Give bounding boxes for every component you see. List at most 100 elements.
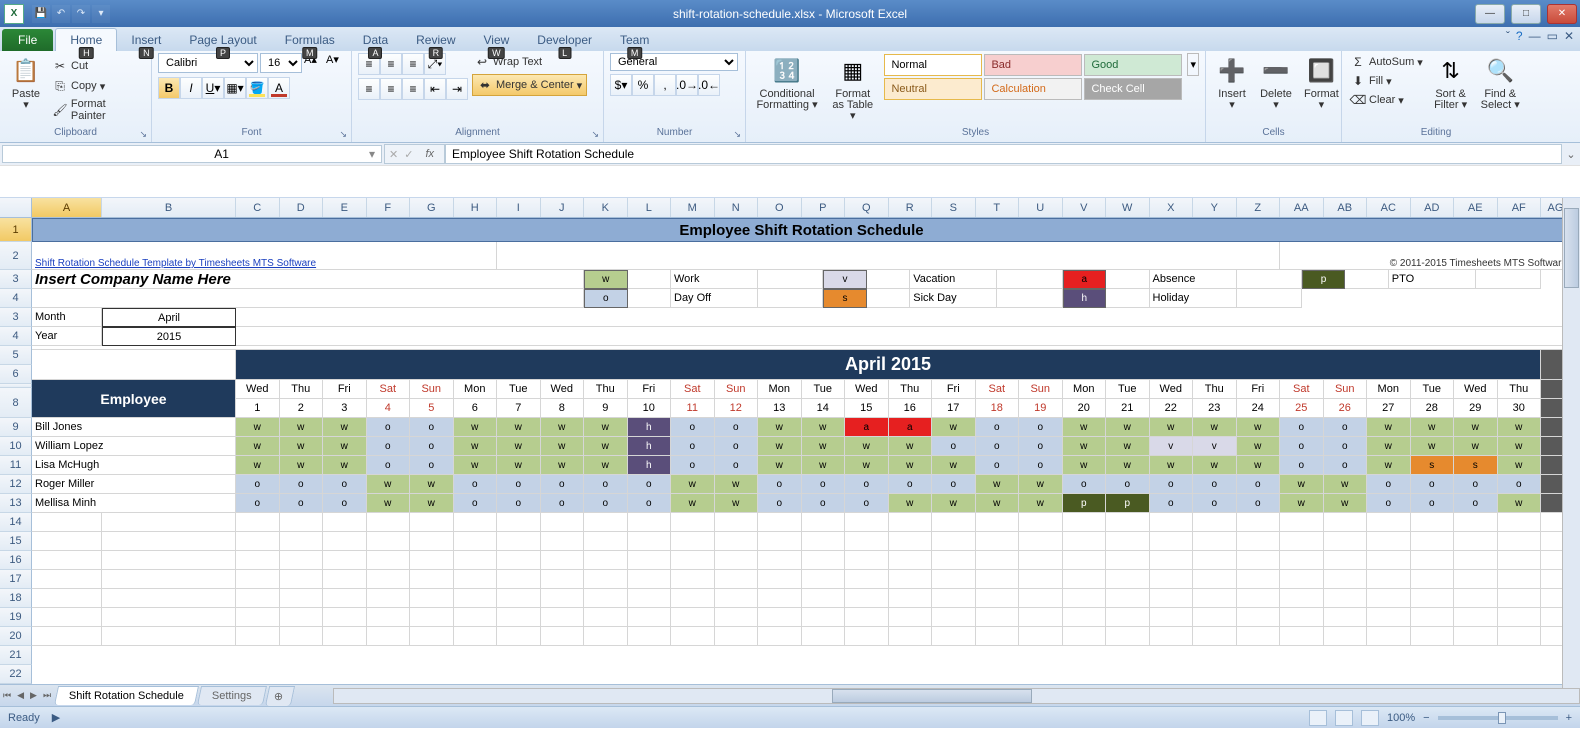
cell[interactable]: [410, 551, 454, 570]
shift-cell[interactable]: h: [628, 418, 672, 437]
column-header[interactable]: V: [1063, 198, 1107, 217]
legend-label[interactable]: Vacation: [910, 270, 997, 289]
cell[interactable]: [1150, 570, 1194, 589]
cell[interactable]: [802, 570, 846, 589]
cell[interactable]: [715, 532, 759, 551]
cell[interactable]: [932, 513, 976, 532]
cell[interactable]: [323, 608, 367, 627]
cell[interactable]: [671, 570, 715, 589]
shift-cell[interactable]: w: [1063, 437, 1107, 456]
autosum-button[interactable]: ΣAutoSum ▾: [1348, 53, 1425, 71]
day-number[interactable]: 6: [454, 399, 498, 418]
cell[interactable]: [541, 570, 585, 589]
shift-cell[interactable]: o: [845, 494, 889, 513]
cell[interactable]: [102, 570, 236, 589]
shift-cell[interactable]: p: [1063, 494, 1107, 513]
column-header[interactable]: H: [454, 198, 498, 217]
shrink-font-button[interactable]: A▾: [326, 53, 346, 73]
cell[interactable]: [1345, 270, 1389, 289]
shift-cell[interactable]: o: [976, 456, 1020, 475]
cell[interactable]: [1237, 551, 1281, 570]
shift-cell[interactable]: w: [1498, 418, 1542, 437]
cell[interactable]: [497, 242, 1280, 270]
cell[interactable]: [1367, 551, 1411, 570]
day-of-week[interactable]: Tue: [802, 380, 846, 399]
shift-cell[interactable]: v: [1193, 437, 1237, 456]
shift-cell[interactable]: w: [497, 456, 541, 475]
shift-cell[interactable]: o: [976, 418, 1020, 437]
cell[interactable]: [1150, 551, 1194, 570]
cell[interactable]: [1106, 513, 1150, 532]
day-of-week[interactable]: Mon: [454, 380, 498, 399]
select-all-corner[interactable]: [0, 198, 32, 217]
shift-cell[interactable]: w: [802, 456, 846, 475]
cell[interactable]: [1106, 551, 1150, 570]
column-header[interactable]: F: [367, 198, 411, 217]
conditional-formatting-button[interactable]: 🔢Conditional Formatting ▾: [752, 53, 822, 113]
shift-cell[interactable]: w: [1019, 475, 1063, 494]
shift-cell[interactable]: w: [1237, 418, 1281, 437]
shift-cell[interactable]: w: [1063, 418, 1107, 437]
cell[interactable]: [628, 608, 672, 627]
cell[interactable]: [1193, 608, 1237, 627]
cell[interactable]: [541, 608, 585, 627]
day-of-week[interactable]: Sun: [410, 380, 454, 399]
clear-button[interactable]: ⌫Clear ▾: [1348, 91, 1425, 109]
align-middle-button[interactable]: ≡: [380, 53, 402, 75]
cell[interactable]: [1193, 589, 1237, 608]
legend-box[interactable]: p: [1302, 270, 1346, 289]
cell[interactable]: [628, 289, 672, 308]
shift-cell[interactable]: w: [932, 494, 976, 513]
cell[interactable]: [1019, 532, 1063, 551]
column-header[interactable]: J: [541, 198, 585, 217]
shift-cell[interactable]: w: [1411, 437, 1455, 456]
file-tab[interactable]: File: [2, 29, 53, 51]
cell[interactable]: [845, 608, 889, 627]
cell[interactable]: [367, 570, 411, 589]
save-icon[interactable]: 💾: [32, 5, 50, 23]
style-neutral[interactable]: Neutral: [884, 78, 982, 100]
day-of-week[interactable]: Sun: [1324, 380, 1368, 399]
employee-name[interactable]: William Lopez: [32, 437, 236, 456]
fx-icon[interactable]: fx: [419, 148, 440, 160]
day-number[interactable]: 10: [628, 399, 672, 418]
cell[interactable]: [280, 551, 324, 570]
cell[interactable]: [236, 308, 1571, 327]
shift-cell[interactable]: w: [758, 456, 802, 475]
shift-cell[interactable]: w: [1411, 418, 1455, 437]
cell[interactable]: [410, 627, 454, 646]
team-tab[interactable]: TeamM: [606, 29, 663, 51]
shift-cell[interactable]: w: [323, 437, 367, 456]
cell[interactable]: [1063, 532, 1107, 551]
fill-button[interactable]: ⬇Fill ▾: [1348, 72, 1425, 90]
border-button[interactable]: ▦▾: [224, 77, 246, 99]
cell[interactable]: [845, 589, 889, 608]
shift-cell[interactable]: w: [323, 456, 367, 475]
day-of-week[interactable]: Fri: [323, 380, 367, 399]
shift-cell[interactable]: w: [236, 456, 280, 475]
shift-cell[interactable]: w: [758, 437, 802, 456]
insert-cells-button[interactable]: ➕Insert▾: [1212, 53, 1252, 113]
column-header[interactable]: AB: [1324, 198, 1368, 217]
cell[interactable]: [1454, 532, 1498, 551]
cell[interactable]: [541, 627, 585, 646]
day-number[interactable]: 9: [584, 399, 628, 418]
shift-cell[interactable]: w: [889, 456, 933, 475]
shift-cell[interactable]: o: [497, 475, 541, 494]
shift-cell[interactable]: w: [1280, 494, 1324, 513]
cell[interactable]: [1280, 570, 1324, 589]
cell[interactable]: [1193, 627, 1237, 646]
calendar-month-header[interactable]: April 2015: [236, 350, 1541, 380]
zoom-in-button[interactable]: +: [1566, 712, 1572, 724]
shift-cell[interactable]: w: [584, 418, 628, 437]
shift-cell[interactable]: w: [410, 475, 454, 494]
prev-sheet-icon[interactable]: ◀: [14, 690, 27, 701]
cell[interactable]: [845, 513, 889, 532]
day-of-week[interactable]: Wed: [845, 380, 889, 399]
shift-cell[interactable]: o: [541, 494, 585, 513]
comma-button[interactable]: ,: [654, 74, 676, 96]
column-header[interactable]: Y: [1193, 198, 1237, 217]
shift-cell[interactable]: w: [1498, 494, 1542, 513]
cell[interactable]: [584, 608, 628, 627]
cell[interactable]: [1367, 589, 1411, 608]
